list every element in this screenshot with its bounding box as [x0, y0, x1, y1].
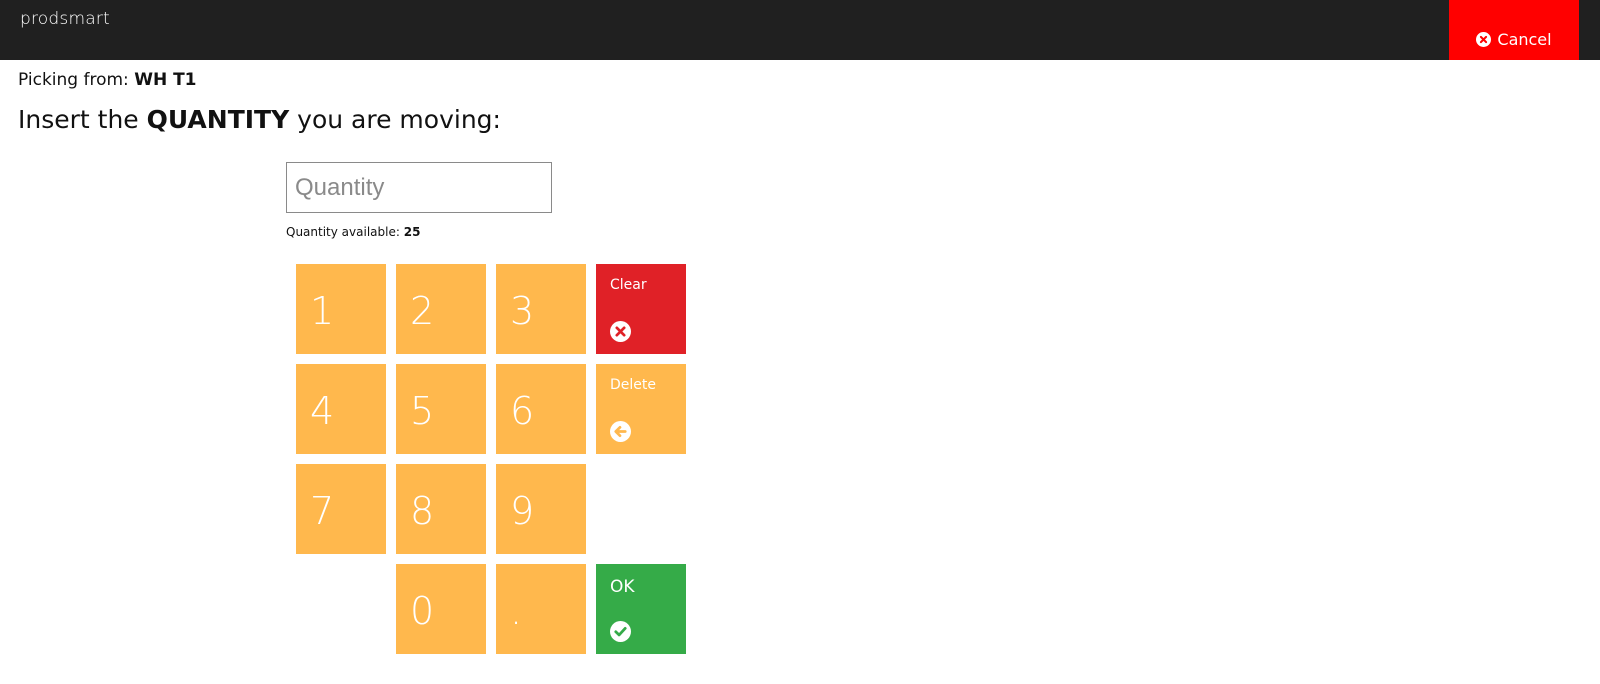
quantity-input[interactable]	[286, 162, 552, 213]
available-value: 25	[403, 225, 421, 239]
clear-button[interactable]: Clear	[596, 264, 686, 354]
key-2[interactable]: 2	[396, 264, 486, 354]
picking-label: Picking from:	[18, 70, 129, 90]
key-7[interactable]: 7	[296, 464, 386, 554]
instruction-suffix: you are moving:	[297, 105, 501, 134]
key-decimal[interactable]: .	[496, 564, 586, 654]
instruction-emphasis: QUANTITY	[146, 105, 290, 134]
delete-label: Delete	[610, 377, 656, 393]
key-8[interactable]: 8	[396, 464, 486, 554]
app-logo[interactable]: prodsmart	[20, 9, 110, 29]
key-6[interactable]: 6	[496, 364, 586, 454]
clear-label: Clear	[610, 277, 647, 293]
check-circle-icon	[610, 621, 631, 642]
top-bar: prodsmart Cancel	[0, 0, 1600, 60]
quantity-available: Quantity available: 25	[286, 225, 420, 239]
cancel-label: Cancel	[1497, 30, 1552, 49]
picking-from: Picking from: WH T1	[18, 70, 197, 90]
key-5[interactable]: 5	[396, 364, 486, 454]
times-circle-icon	[610, 321, 631, 342]
times-circle-icon	[1476, 32, 1492, 47]
key-3[interactable]: 3	[496, 264, 586, 354]
available-label: Quantity available:	[286, 225, 400, 239]
cancel-button[interactable]: Cancel	[1449, 0, 1579, 60]
key-9[interactable]: 9	[496, 464, 586, 554]
picking-location: WH T1	[134, 70, 197, 90]
page-instruction: Insert the QUANTITY you are moving:	[18, 105, 501, 134]
delete-button[interactable]: Delete	[596, 364, 686, 454]
ok-button[interactable]: OK	[596, 564, 686, 654]
arrow-left-circle-icon	[610, 421, 631, 442]
instruction-prefix: Insert the	[18, 105, 139, 134]
key-4[interactable]: 4	[296, 364, 386, 454]
key-1[interactable]: 1	[296, 264, 386, 354]
ok-label: OK	[610, 577, 635, 597]
key-0[interactable]: 0	[396, 564, 486, 654]
